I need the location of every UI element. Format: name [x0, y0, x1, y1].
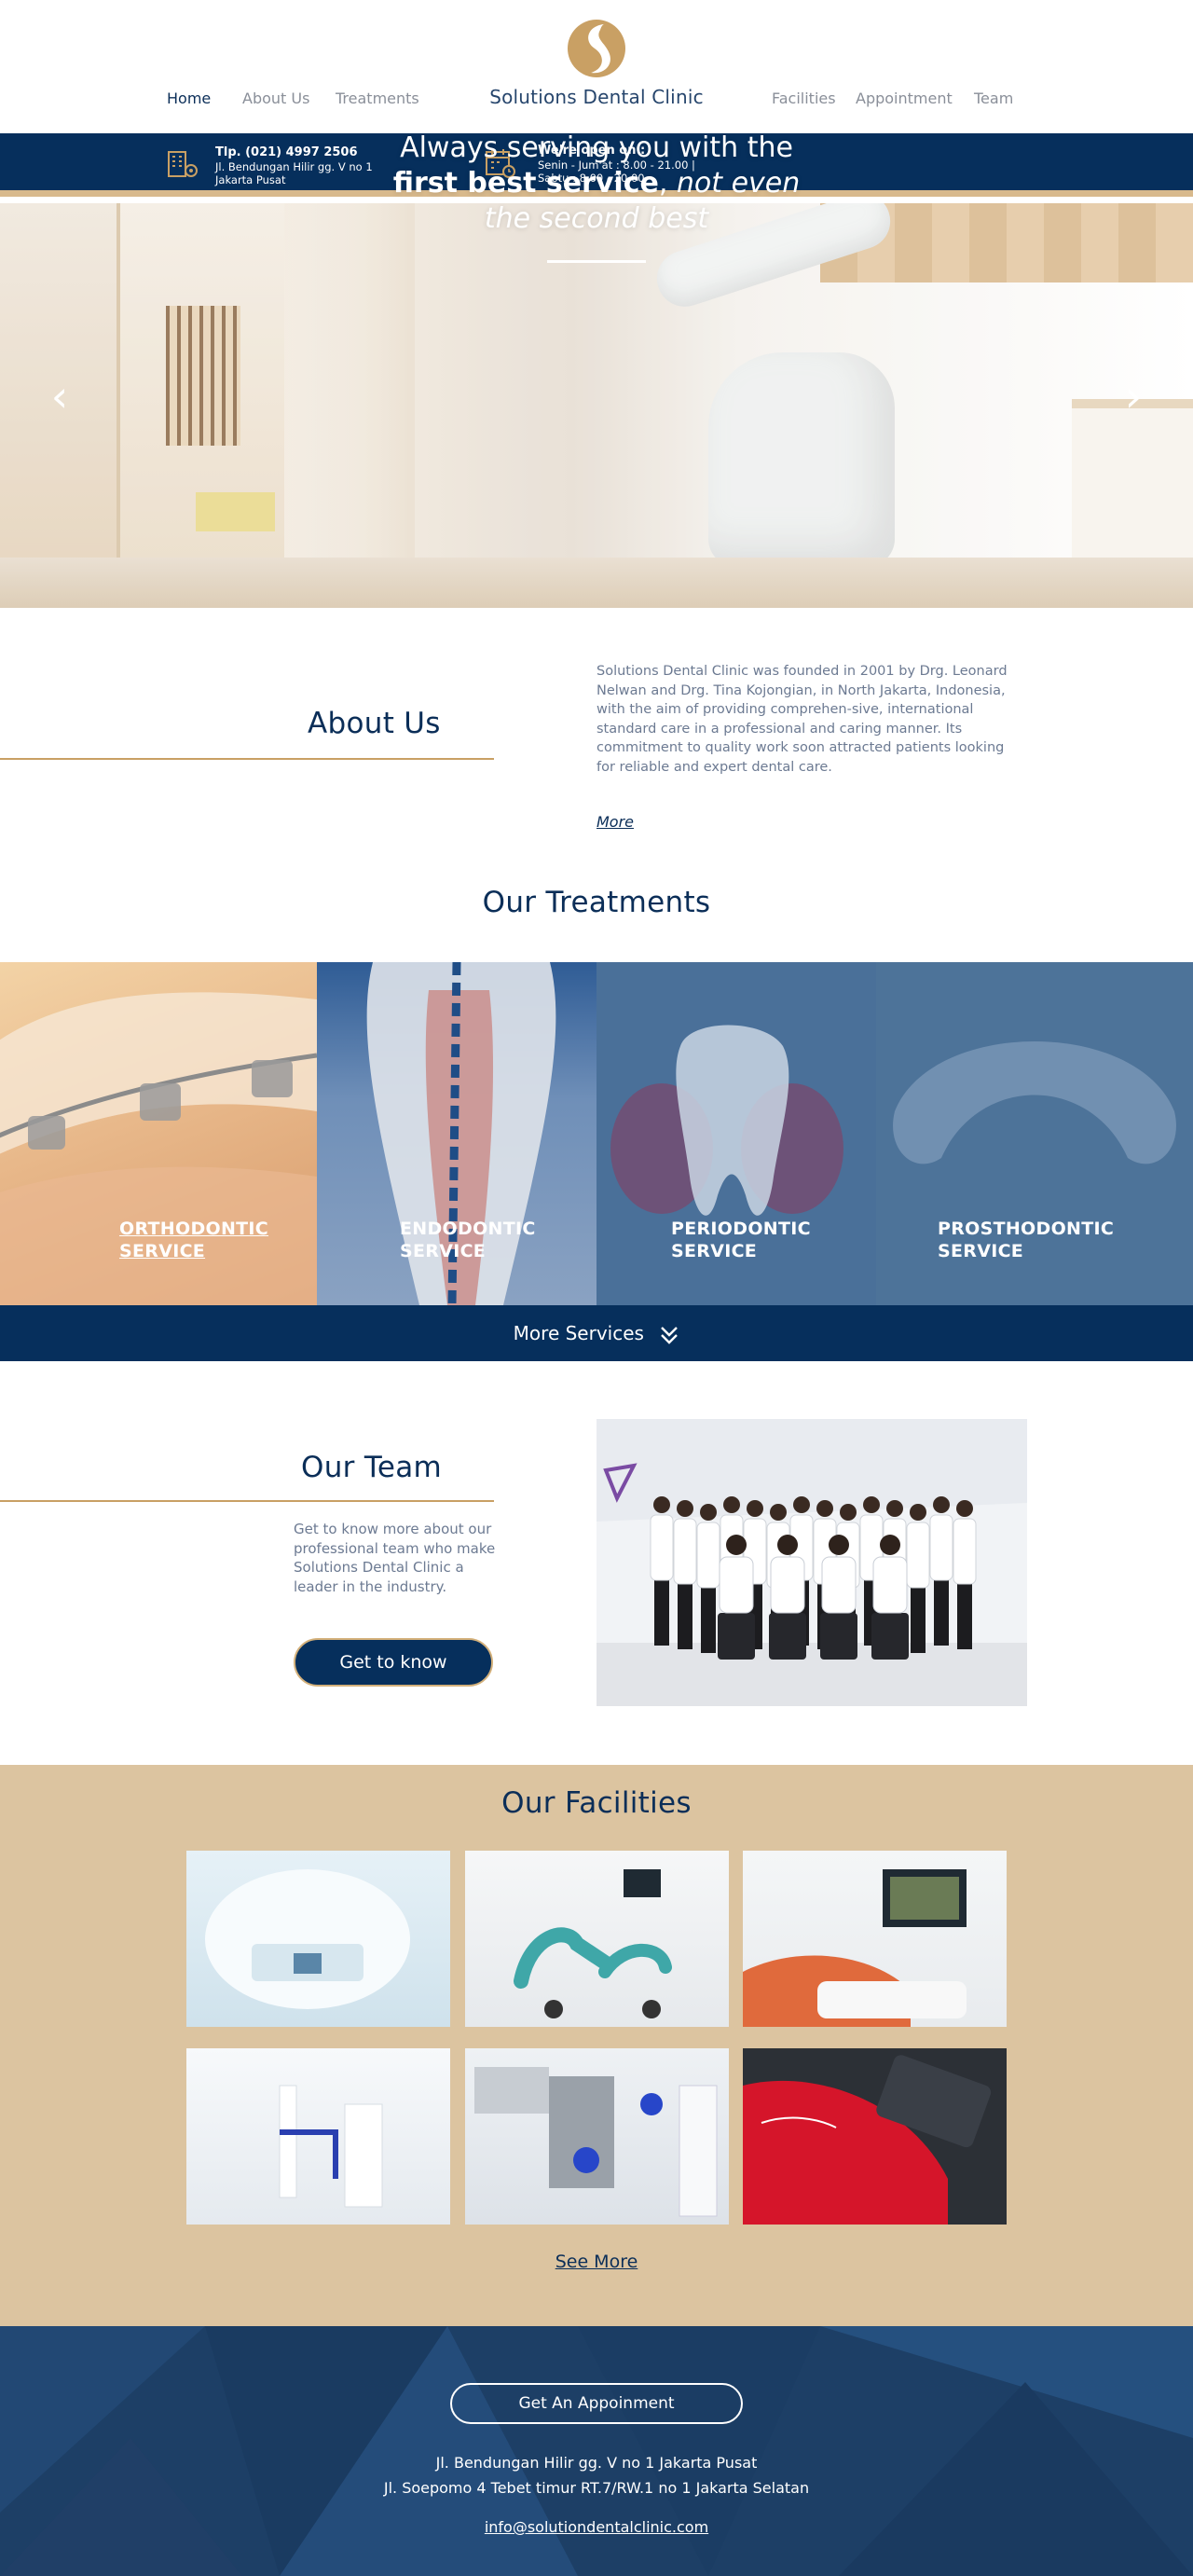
clinic-logo-icon[interactable] [567, 19, 626, 78]
more-services-label: More Services [513, 1322, 644, 1344]
slider-next-arrow-icon[interactable]: › [1115, 371, 1152, 421]
endodontic-label: ENDODONTIC SERVICE [400, 1219, 536, 1261]
get-to-know-button[interactable]: Get to know [294, 1638, 493, 1687]
about-divider [0, 758, 494, 760]
site-footer [0, 2326, 1193, 2576]
hero-italic-1: not even [667, 167, 801, 200]
footer-address-2: Jl. Soepomo 4 Tebet timur RT.7/RW.1 no 1… [383, 2479, 810, 2497]
nav-facilities[interactable]: Facilities [772, 90, 836, 107]
double-chevron-down-icon [661, 1326, 679, 1344]
treatment-card-prosthodontic[interactable]: PROSTHODONTIC SERVICE [876, 962, 1193, 1305]
footer-email-link[interactable]: info@solutiondentalclinic.com [0, 2518, 1193, 2536]
more-services-button[interactable]: More Services [0, 1305, 1193, 1361]
treatment-card-periodontic[interactable]: PERIODONTIC SERVICE [596, 962, 876, 1305]
facility-photo-5[interactable] [465, 2048, 729, 2225]
team-title: Our Team [301, 1451, 442, 1484]
get-appointment-button[interactable]: Get An Appoinment [450, 2383, 743, 2424]
facilities-see-more-link[interactable]: See More [0, 2252, 1193, 2272]
team-group-photo [596, 1419, 1027, 1706]
about-title: About Us [308, 707, 441, 740]
building-location-icon [168, 151, 198, 177]
prosthodontic-label: PROSTHODONTIC SERVICE [938, 1219, 1115, 1261]
facilities-section [0, 1765, 1193, 2326]
facility-photo-4[interactable] [186, 2048, 450, 2225]
orthodontic-label: ORTHODONTIC SERVICE [119, 1219, 269, 1261]
hero-bold-text: first best service [392, 167, 659, 200]
treatment-card-endodontic[interactable]: ENDODONTIC SERVICE [317, 962, 596, 1305]
hero-line-1: Always serving you with the [400, 131, 793, 164]
about-body: Solutions Dental Clinic was founded in 2… [596, 664, 1008, 775]
address-line-2: Jakarta Pusat [215, 173, 286, 186]
nav-about-us[interactable]: About Us [242, 90, 309, 107]
nav-home[interactable]: Home [167, 90, 211, 107]
slider-prev-arrow-icon[interactable]: ‹ [41, 371, 78, 421]
team-body: Get to know more about our professional … [294, 1521, 496, 1595]
facility-photo-3[interactable] [743, 1851, 1007, 2027]
treatment-card-orthodontic[interactable]: ORTHODONTIC SERVICE [0, 962, 317, 1305]
facility-photo-2[interactable] [465, 1851, 729, 2027]
footer-geometric-pattern [0, 2326, 1193, 2576]
hero-slider [0, 203, 1193, 608]
nav-appointment[interactable]: Appointment [856, 90, 953, 107]
facility-photo-1[interactable] [186, 1851, 450, 2027]
nav-team[interactable]: Team [974, 90, 1013, 107]
footer-address-1: Jl. Bendungan Hilir gg. V no 1 Jakarta P… [435, 2454, 758, 2472]
facilities-title: Our Facilities [501, 1786, 692, 1820]
team-divider [0, 1500, 494, 1502]
hero-divider [547, 260, 646, 263]
facility-photo-6[interactable] [743, 2048, 1007, 2225]
nav-treatments[interactable]: Treatments [336, 90, 419, 107]
treatments-row: ORTHODONTIC SERVICE ENDODONTIC SERVICE P… [0, 962, 1193, 1305]
periodontic-label: PERIODONTIC SERVICE [671, 1219, 811, 1261]
brand-name[interactable]: Solutions Dental Clinic [429, 86, 764, 108]
hero-headline: Always serving you with the first best s… [392, 131, 801, 235]
site-header: Home About Us Treatments Solutions Denta… [0, 0, 1193, 133]
about-more-link[interactable]: More [596, 813, 634, 831]
team-photo [596, 1419, 1027, 1706]
treatments-title: Our Treatments [482, 886, 711, 919]
hero-italic-2: the second best [484, 202, 709, 235]
